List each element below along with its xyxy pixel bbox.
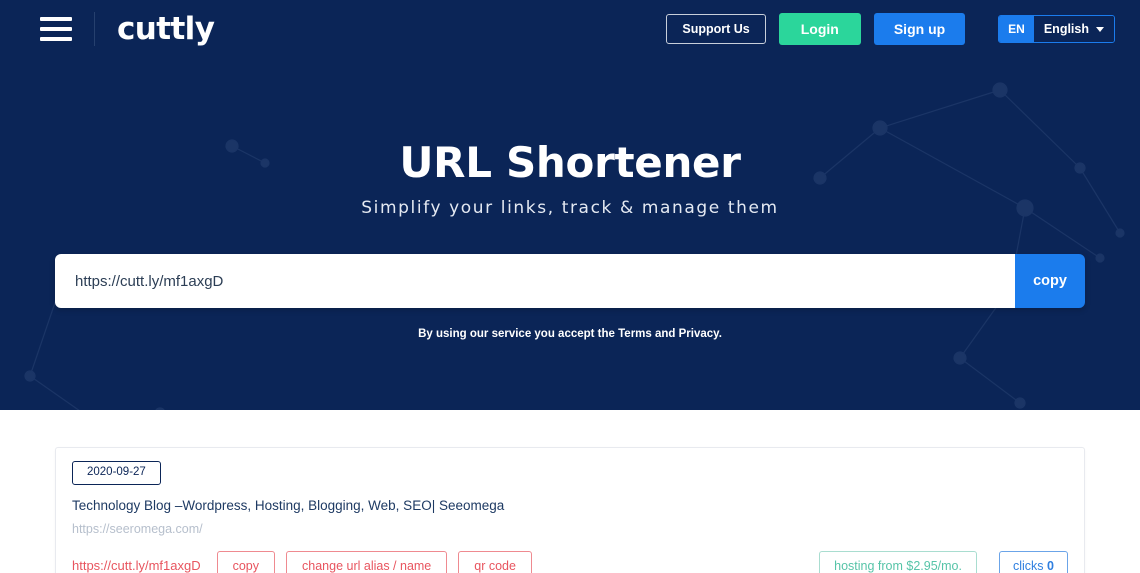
results-section: 2020-09-27 Technology Blog –Wordpress, H…	[0, 410, 1140, 573]
language-selector[interactable]: EN English	[998, 15, 1115, 43]
clicks-counter-button[interactable]: clicks 0	[999, 550, 1068, 573]
header-actions: Support Us Login Sign up EN English	[666, 13, 1115, 45]
language-code: EN	[999, 16, 1034, 42]
language-name-label: English	[1043, 22, 1089, 36]
login-button[interactable]: Login	[778, 13, 861, 45]
result-card: 2020-09-27 Technology Blog –Wordpress, H…	[55, 447, 1085, 573]
hosting-promo-button[interactable]: hosting from $2.95/mo.	[819, 550, 977, 573]
clicks-count: 0	[1047, 558, 1054, 573]
chevron-down-icon	[1096, 26, 1104, 32]
link-actions-row: https://cutt.ly/mf1axgD copy change url …	[72, 550, 1068, 573]
hero-content: URL Shortener Simplify your links, track…	[55, 58, 1085, 340]
link-original-url: https://seeromega.com/	[72, 521, 203, 536]
language-dropdown[interactable]: English	[1033, 16, 1114, 42]
header-divider	[94, 12, 95, 46]
copy-short-url-button[interactable]: copy	[216, 550, 276, 573]
hamburger-bar	[40, 17, 72, 21]
hamburger-menu-icon[interactable]	[40, 17, 72, 41]
url-shorten-form: copy	[55, 254, 1085, 308]
change-url-alias-button[interactable]: change url alias / name	[286, 550, 448, 573]
page-subtitle: Simplify your links, track & manage them	[361, 198, 779, 218]
hero-section: URL Shortener Simplify your links, track…	[0, 58, 1140, 410]
signup-button[interactable]: Sign up	[873, 13, 966, 45]
clicks-label: clicks	[1013, 558, 1044, 573]
brand-logo[interactable]: cuttly	[117, 13, 215, 45]
date-badge: 2020-09-27	[72, 461, 161, 485]
url-input[interactable]	[55, 254, 1015, 308]
link-title: Technology Blog –Wordpress, Hosting, Blo…	[72, 497, 505, 513]
top-navigation-bar: cuttly Support Us Login Sign up EN Engli…	[0, 0, 1140, 58]
support-us-button[interactable]: Support Us	[666, 13, 766, 45]
page-title: URL Shortener	[399, 138, 741, 187]
short-url-link[interactable]: https://cutt.ly/mf1axgD	[72, 558, 201, 573]
terms-notice: By using our service you accept the Term…	[418, 328, 722, 340]
hamburger-bar	[40, 37, 72, 41]
qr-code-button[interactable]: qr code	[458, 550, 532, 573]
hamburger-bar	[40, 27, 72, 31]
copy-button[interactable]: copy	[1015, 254, 1085, 308]
